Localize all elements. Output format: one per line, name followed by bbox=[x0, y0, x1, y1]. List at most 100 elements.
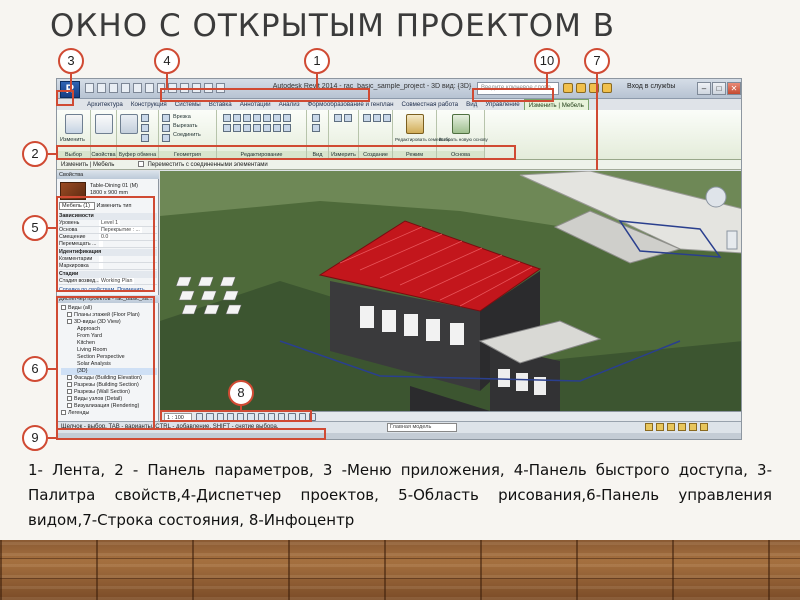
active-model-dropdown[interactable]: Главная модель bbox=[387, 423, 457, 432]
measure-tool-icon[interactable] bbox=[334, 114, 342, 122]
tab-collaborate[interactable]: Совместная работа bbox=[398, 99, 463, 110]
select-underlay-icon[interactable] bbox=[678, 423, 686, 431]
signin-link[interactable]: Вход в службы bbox=[627, 83, 689, 95]
highlight-quick-access bbox=[160, 88, 370, 102]
cut-label[interactable]: Вырезать bbox=[173, 123, 197, 129]
callout-3: 3 bbox=[58, 48, 84, 74]
array-icon[interactable] bbox=[263, 124, 271, 132]
offset-icon[interactable] bbox=[233, 114, 241, 122]
drawing-area[interactable] bbox=[160, 171, 741, 411]
move-with-joined-label[interactable]: Переместить с соединенными элементами bbox=[147, 162, 267, 168]
highlight-project-browser bbox=[56, 296, 155, 430]
callout-4: 4 bbox=[154, 48, 180, 74]
navigation-bar[interactable] bbox=[726, 230, 738, 250]
favorites-icon[interactable] bbox=[602, 83, 612, 93]
floor-plank-seam bbox=[0, 578, 800, 579]
3d-house-model bbox=[160, 171, 741, 411]
clipboard-tools bbox=[141, 114, 149, 142]
join-icon[interactable] bbox=[162, 134, 170, 142]
cut-geometry-icon[interactable] bbox=[162, 124, 170, 132]
modify-button[interactable]: Изменить bbox=[60, 137, 85, 143]
view-tools bbox=[312, 114, 320, 132]
measure-tools bbox=[334, 114, 352, 122]
callout-9: 9 bbox=[22, 425, 48, 451]
move-with-joined-checkbox[interactable] bbox=[138, 161, 145, 167]
revit-screenshot: R Autodesk Revit 2014 - rac_basic_sample… bbox=[56, 78, 742, 440]
join-label[interactable]: Соединить bbox=[173, 132, 201, 138]
options-context: Изменить | Мебель bbox=[61, 162, 115, 168]
modify-tools bbox=[223, 114, 291, 132]
properties-icon[interactable] bbox=[95, 114, 113, 134]
properties-header: Свойства bbox=[57, 171, 159, 179]
highlight-options-bar bbox=[56, 145, 516, 160]
create-parts-icon[interactable] bbox=[373, 114, 381, 122]
leader-7 bbox=[596, 74, 598, 170]
highlight-app-menu bbox=[56, 90, 74, 106]
create-group-icon[interactable] bbox=[383, 114, 391, 122]
subscription-icon[interactable] bbox=[576, 83, 586, 93]
options-bar: Изменить | Мебель Переместить с соединенн… bbox=[57, 160, 741, 170]
status-icons bbox=[645, 423, 735, 432]
leader-1 bbox=[316, 74, 318, 90]
callout-1: 1 bbox=[304, 48, 330, 74]
close-button[interactable]: ✕ bbox=[727, 82, 741, 95]
copy-icon[interactable] bbox=[141, 124, 149, 132]
trim-icon[interactable] bbox=[273, 114, 281, 122]
copy-element-icon[interactable] bbox=[233, 124, 241, 132]
wood-floor bbox=[0, 540, 800, 600]
create-tools bbox=[363, 114, 391, 122]
save-icon[interactable] bbox=[96, 83, 106, 93]
align-icon[interactable] bbox=[223, 114, 231, 122]
floor-plank-seam bbox=[0, 558, 800, 559]
print-icon[interactable] bbox=[144, 83, 154, 93]
dimension-tool-icon[interactable] bbox=[344, 114, 352, 122]
mirror-draw-icon[interactable] bbox=[253, 114, 261, 122]
delete-icon[interactable] bbox=[283, 124, 291, 132]
cope-label[interactable]: Врезка bbox=[173, 114, 191, 120]
match-icon[interactable] bbox=[141, 134, 149, 142]
cope-icon[interactable] bbox=[162, 114, 170, 122]
pin-icon[interactable] bbox=[283, 114, 291, 122]
leader-2 bbox=[48, 153, 58, 155]
hide-icon[interactable] bbox=[312, 114, 320, 122]
maximize-button[interactable]: □ bbox=[712, 82, 726, 95]
solar-panels bbox=[175, 276, 242, 315]
minimize-button[interactable]: – bbox=[697, 82, 711, 95]
pick-new-host-button[interactable]: Выбрать новую основу bbox=[439, 137, 488, 142]
trim-extend-icon[interactable] bbox=[253, 124, 261, 132]
cut-icon[interactable] bbox=[141, 114, 149, 122]
edit-family-icon[interactable] bbox=[406, 114, 424, 134]
create-assembly-icon[interactable] bbox=[363, 114, 371, 122]
override-icon[interactable] bbox=[312, 124, 320, 132]
worksets-icon[interactable] bbox=[645, 423, 653, 431]
mirror-icon[interactable] bbox=[243, 114, 251, 122]
undo-icon[interactable] bbox=[120, 83, 130, 93]
geometry-tools bbox=[162, 114, 170, 142]
paste-icon[interactable] bbox=[120, 114, 138, 134]
select-links-icon[interactable] bbox=[667, 423, 675, 431]
sync-icon[interactable] bbox=[108, 83, 118, 93]
move-icon[interactable] bbox=[223, 124, 231, 132]
window-buttons: – □ ✕ bbox=[697, 82, 741, 95]
design-options-icon[interactable] bbox=[656, 423, 664, 431]
scale-icon[interactable] bbox=[273, 124, 281, 132]
callout-2: 2 bbox=[22, 141, 48, 167]
search-icon[interactable] bbox=[563, 83, 573, 93]
viewcube-icon[interactable] bbox=[705, 186, 727, 208]
highlight-status-bar bbox=[56, 428, 326, 440]
select-pinned-icon[interactable] bbox=[689, 423, 697, 431]
leader-3 bbox=[70, 74, 72, 90]
rotate-icon[interactable] bbox=[243, 124, 251, 132]
callout-10: 10 bbox=[534, 48, 560, 74]
tab-architecture[interactable]: Архитектура bbox=[83, 99, 127, 110]
open-icon[interactable] bbox=[85, 83, 94, 93]
infocenter-icons bbox=[563, 83, 623, 95]
highlight-view-control bbox=[160, 410, 312, 422]
split-icon[interactable] bbox=[263, 114, 271, 122]
highlight-infocenter bbox=[472, 88, 554, 102]
callout-6: 6 bbox=[22, 356, 48, 382]
modify-cursor-icon[interactable] bbox=[65, 114, 83, 134]
filter-icon[interactable] bbox=[700, 423, 708, 431]
pick-new-host-icon[interactable] bbox=[452, 114, 470, 134]
redo-icon[interactable] bbox=[132, 83, 142, 93]
